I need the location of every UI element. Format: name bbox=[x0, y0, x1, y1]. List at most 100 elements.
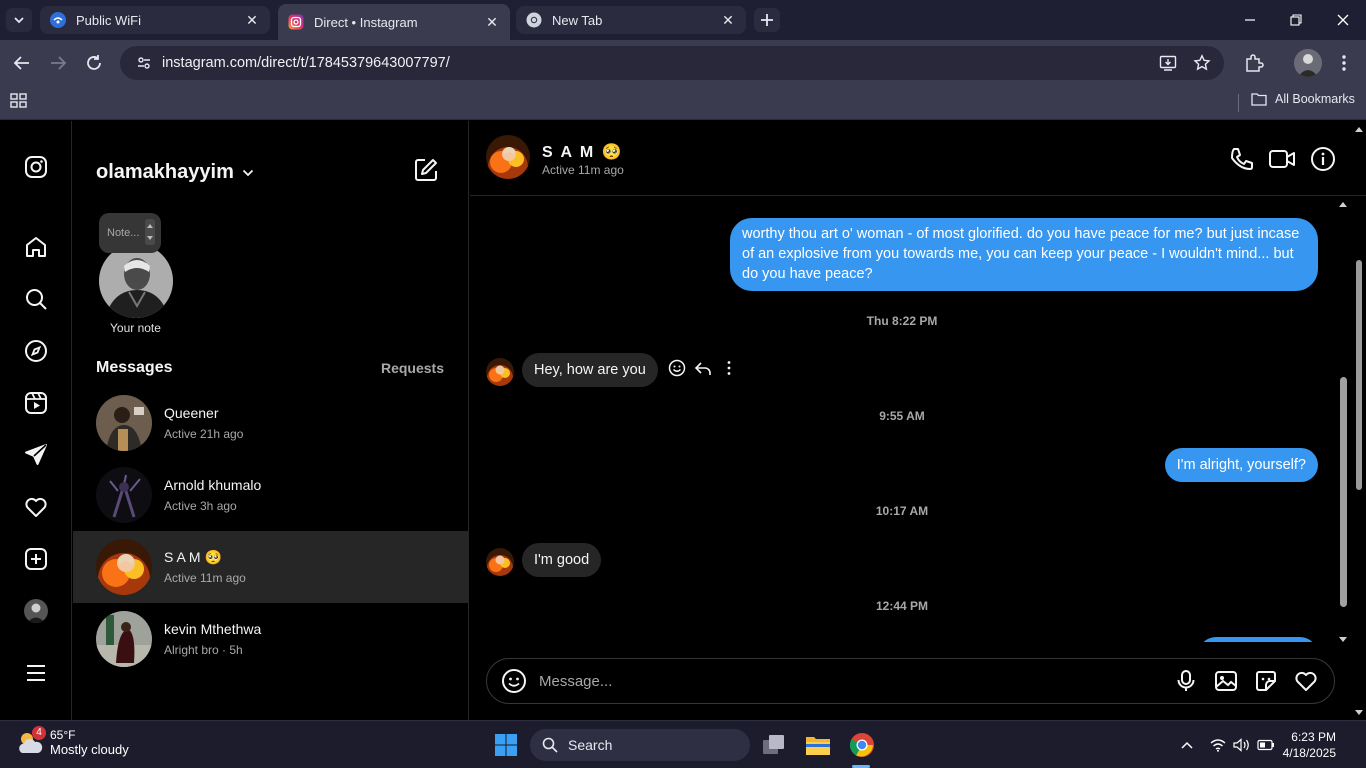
conversation-item-active[interactable]: S A M 🥺 Active 11m ago bbox=[73, 531, 469, 603]
volume-status[interactable] bbox=[1232, 735, 1252, 755]
address-bar[interactable]: instagram.com/direct/t/17845379643007797… bbox=[120, 46, 1224, 80]
conversation-item[interactable]: Queener Active 21h ago bbox=[73, 387, 469, 459]
profile-avatar-button[interactable] bbox=[1294, 49, 1322, 77]
more-menu-icon[interactable] bbox=[22, 659, 50, 687]
your-note-caption: Your note bbox=[110, 321, 161, 335]
compose-icon bbox=[415, 159, 437, 181]
react-emoji-icon[interactable] bbox=[668, 359, 686, 377]
tab-public-wifi[interactable]: Public WiFi ✕ bbox=[40, 6, 270, 34]
message-composer: Message... bbox=[486, 658, 1335, 704]
extensions-button[interactable] bbox=[1242, 51, 1266, 75]
weather-badge: 4 bbox=[32, 726, 46, 740]
battery-status[interactable] bbox=[1256, 735, 1276, 755]
your-note-avatar[interactable] bbox=[99, 244, 173, 318]
tab-search-button[interactable] bbox=[6, 8, 32, 32]
audio-call-icon[interactable] bbox=[1229, 146, 1255, 172]
reload-button[interactable] bbox=[82, 51, 106, 75]
wifi-status[interactable] bbox=[1208, 735, 1228, 755]
browser-menu-button[interactable] bbox=[1332, 51, 1356, 75]
account-switcher[interactable]: olamakhayyim bbox=[96, 161, 254, 184]
home-icon[interactable] bbox=[22, 233, 50, 261]
forward-button[interactable] bbox=[46, 51, 70, 75]
explore-compass-icon[interactable] bbox=[22, 337, 50, 365]
temperature: 65°F bbox=[50, 728, 76, 742]
note-input[interactable]: Note... bbox=[99, 213, 161, 253]
instagram-logo-icon[interactable] bbox=[22, 153, 50, 181]
show-hidden-icons-button[interactable] bbox=[1177, 735, 1197, 755]
outgoing-message[interactable]: I'm alright, yourself? bbox=[1164, 448, 1318, 482]
chat-contact-name[interactable]: S A M 🥺 bbox=[542, 142, 624, 162]
windows-logo-icon bbox=[495, 734, 517, 756]
new-message-button[interactable] bbox=[413, 157, 439, 183]
requests-link[interactable]: Requests bbox=[381, 360, 444, 376]
restore-window-button[interactable] bbox=[1284, 8, 1308, 32]
create-plus-icon[interactable] bbox=[22, 545, 50, 573]
close-tab-icon[interactable]: ✕ bbox=[720, 12, 736, 28]
profile-avatar[interactable] bbox=[24, 599, 48, 623]
bookmarks-bar: All Bookmarks bbox=[0, 86, 1366, 120]
notifications-heart-icon[interactable] bbox=[22, 493, 50, 521]
sender-avatar[interactable] bbox=[486, 548, 514, 576]
message-input[interactable]: Message... bbox=[539, 673, 1174, 690]
video-call-icon[interactable] bbox=[1269, 146, 1295, 172]
new-tab-button[interactable] bbox=[754, 8, 780, 32]
tab-instagram-direct[interactable]: Direct • Instagram ✕ bbox=[278, 4, 510, 40]
conversation-item[interactable]: Arnold khumalo Active 3h ago bbox=[73, 459, 469, 531]
chrome-taskbar-button[interactable] bbox=[846, 727, 878, 763]
chrome-icon bbox=[526, 12, 542, 28]
task-view-button[interactable] bbox=[758, 727, 790, 763]
sticker-icon[interactable] bbox=[1254, 669, 1278, 693]
incoming-message[interactable]: Hey, how are you bbox=[522, 353, 658, 387]
avatar bbox=[96, 611, 152, 667]
emoji-picker-icon[interactable] bbox=[501, 668, 527, 694]
close-window-button[interactable] bbox=[1331, 8, 1355, 32]
install-app-icon[interactable] bbox=[1156, 51, 1180, 75]
back-button[interactable] bbox=[10, 51, 34, 75]
tab-new-tab[interactable]: New Tab ✕ bbox=[516, 6, 746, 34]
sender-avatar[interactable] bbox=[486, 358, 514, 386]
page-scrollbar-thumb[interactable] bbox=[1356, 260, 1362, 490]
like-heart-icon[interactable] bbox=[1294, 669, 1318, 693]
more-options-icon[interactable] bbox=[720, 359, 738, 377]
kebab-menu-icon bbox=[1342, 55, 1346, 71]
weather-widget[interactable]: 4 65°F Mostly cloudy bbox=[16, 726, 129, 757]
wifi-portal-icon bbox=[50, 12, 66, 28]
taskbar-search[interactable]: Search bbox=[530, 729, 750, 761]
apps-grid-icon[interactable] bbox=[10, 92, 30, 112]
reply-icon[interactable] bbox=[694, 359, 712, 377]
site-info-icon[interactable] bbox=[132, 51, 156, 75]
tab-label: New Tab bbox=[552, 12, 603, 28]
url-text[interactable]: instagram.com/direct/t/17845379643007797… bbox=[162, 55, 1156, 71]
search-icon[interactable] bbox=[22, 285, 50, 313]
close-tab-icon[interactable]: ✕ bbox=[484, 14, 500, 30]
minimize-window-button[interactable] bbox=[1238, 8, 1262, 32]
messages-paper-plane-icon[interactable] bbox=[22, 441, 50, 469]
conversation-item[interactable]: kevin Mthethwa Alright bro · 5h bbox=[73, 603, 469, 675]
start-button[interactable] bbox=[490, 727, 522, 763]
reels-icon[interactable] bbox=[22, 389, 50, 417]
chat-avatar[interactable] bbox=[486, 135, 530, 179]
file-explorer-button[interactable] bbox=[802, 727, 834, 763]
chevron-down-icon bbox=[242, 169, 253, 176]
timestamp: 10:17 AM bbox=[875, 504, 929, 518]
conversation-name: kevin Mthethwa bbox=[164, 621, 262, 637]
image-upload-icon[interactable] bbox=[1214, 669, 1238, 693]
profile-avatar-icon bbox=[1294, 49, 1322, 77]
timestamp: 12:44 PM bbox=[875, 599, 929, 613]
close-tab-icon[interactable]: ✕ bbox=[244, 12, 260, 28]
conversation-status: Alright bro · 5h bbox=[164, 643, 243, 657]
bookmark-star-icon[interactable] bbox=[1190, 51, 1214, 75]
all-bookmarks-label: All Bookmarks bbox=[1275, 92, 1355, 106]
instagram-app: olamakhayyim Note... Your note Messages … bbox=[0, 121, 1366, 720]
conversation-info-icon[interactable] bbox=[1310, 146, 1336, 172]
outgoing-message[interactable]: worthy thou art o' woman - of most glori… bbox=[730, 218, 1318, 291]
tab-label: Direct • Instagram bbox=[314, 14, 418, 30]
all-bookmarks-button[interactable]: All Bookmarks bbox=[1251, 92, 1355, 106]
system-clock[interactable]: 6:23 PM 4/18/2025 bbox=[1283, 729, 1336, 761]
thread-scrollbar-thumb[interactable] bbox=[1340, 377, 1347, 607]
incoming-message[interactable]: I'm good bbox=[522, 543, 602, 577]
outgoing-message-partial[interactable] bbox=[1198, 637, 1318, 642]
microphone-icon[interactable] bbox=[1174, 669, 1198, 693]
timestamp: 9:55 AM bbox=[879, 409, 925, 423]
speaker-icon bbox=[1233, 738, 1249, 752]
